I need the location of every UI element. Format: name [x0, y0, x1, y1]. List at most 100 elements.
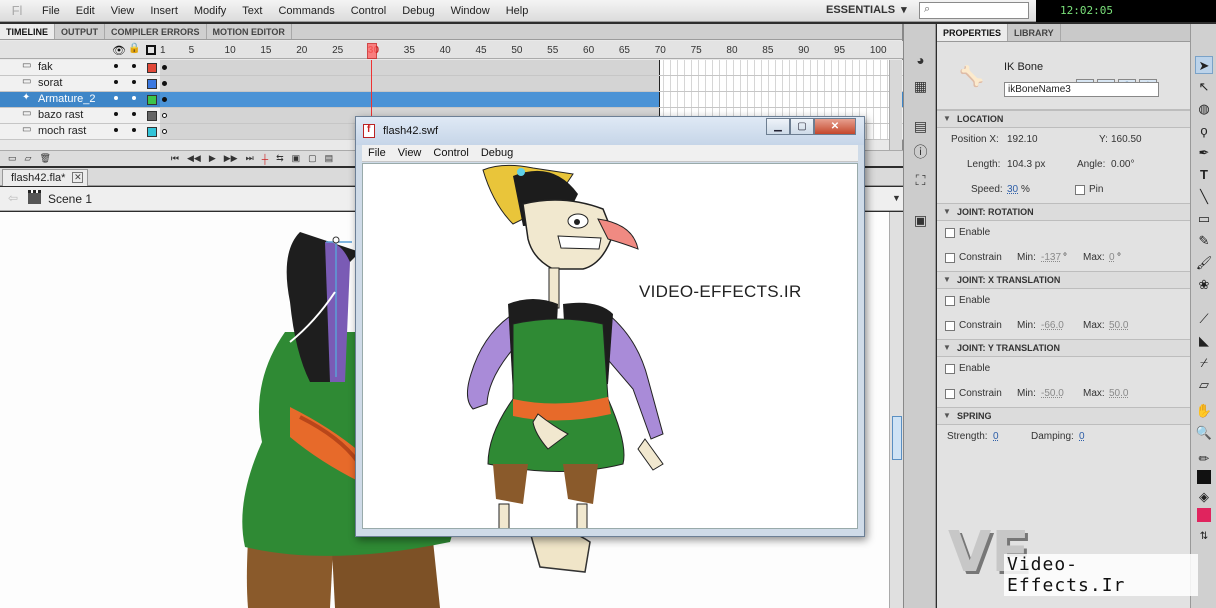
3d-rotation-tool-icon[interactable]: ◍	[1195, 100, 1213, 118]
menu-commands[interactable]: Commands	[270, 5, 342, 17]
frame-span[interactable]	[160, 76, 660, 91]
menu-control[interactable]: Control	[343, 5, 394, 17]
y-enable-checkbox[interactable]	[945, 364, 955, 374]
layer-outline-color[interactable]	[147, 79, 157, 89]
layer-visibility-toggle[interactable]	[114, 128, 118, 132]
x-min-value[interactable]: -66.0	[1041, 320, 1064, 331]
joint-x-translation-section[interactable]: JOINT: X TRANSLATION	[937, 271, 1190, 289]
layer-frames[interactable]	[160, 60, 890, 75]
layer-visibility-toggle[interactable]	[114, 112, 118, 116]
text-tool-icon[interactable]: T	[1195, 166, 1213, 184]
back-arrow-icon[interactable]: ⇦	[8, 191, 18, 205]
new-folder-icon[interactable]: ▱	[25, 153, 32, 164]
joint-rotation-section[interactable]: JOINT: ROTATION	[937, 203, 1190, 221]
help-search-input[interactable]: ⌕	[919, 2, 1029, 19]
layer-lock-toggle[interactable]	[132, 128, 136, 132]
scene-name[interactable]: Scene 1	[48, 192, 92, 206]
swf-menu-control[interactable]: Control	[427, 147, 474, 159]
y-constrain-checkbox[interactable]	[945, 389, 955, 399]
tab-timeline[interactable]: TIMELINE	[0, 24, 55, 39]
keyframe-marker[interactable]	[162, 129, 167, 134]
eyedropper-tool-icon[interactable]: ⌿	[1195, 354, 1213, 372]
step-back-icon[interactable]: ◀◀	[187, 153, 201, 164]
layer-name[interactable]: bazo rast	[38, 109, 83, 121]
menu-insert[interactable]: Insert	[142, 5, 186, 17]
keyframe-marker[interactable]	[162, 97, 167, 102]
damping-value[interactable]: 0	[1079, 431, 1085, 442]
layer-outline-color[interactable]	[147, 63, 157, 73]
layer-lock-toggle[interactable]	[132, 80, 136, 84]
layer-lock-toggle[interactable]	[132, 64, 136, 68]
layer-outline-color[interactable]	[147, 95, 157, 105]
step-forward-icon[interactable]: ▶▶	[224, 153, 238, 164]
y-max-value[interactable]: 50.0	[1109, 388, 1128, 399]
zoom-tool-icon[interactable]: 🔍	[1195, 424, 1213, 442]
y-min-value[interactable]: -50.0	[1041, 388, 1064, 399]
delete-layer-icon[interactable]: 🗑	[39, 153, 50, 164]
align-panel-icon[interactable]: ▤	[912, 118, 929, 135]
go-last-frame-icon[interactable]: ⏭	[246, 153, 254, 164]
layer-row[interactable]: ▭ sorat	[0, 76, 903, 92]
layer-visibility-toggle[interactable]	[114, 96, 118, 100]
layer-outline-color[interactable]	[147, 127, 157, 137]
tab-properties[interactable]: PROPERTIES	[937, 24, 1009, 41]
swf-player-canvas[interactable]: VIDEO-EFFECTS.IR	[362, 163, 858, 529]
selection-tool-icon[interactable]: ➤	[1195, 56, 1213, 74]
tab-output[interactable]: OUTPUT	[55, 24, 105, 39]
layer-visibility-toggle[interactable]	[114, 80, 118, 84]
play-icon[interactable]: ▶	[209, 153, 216, 164]
swf-menu-debug[interactable]: Debug	[475, 147, 519, 159]
edit-multiple-frames-icon[interactable]: ▤	[325, 153, 334, 164]
instance-name-input[interactable]	[1004, 82, 1159, 97]
tab-motion-editor[interactable]: MOTION EDITOR	[207, 24, 292, 39]
stage-scrollbar[interactable]	[889, 212, 903, 608]
minimize-button[interactable]: ▁	[766, 118, 790, 135]
rotation-min-value[interactable]: -137	[1041, 252, 1061, 263]
loop-icon[interactable]: ⇆	[276, 153, 284, 164]
menu-modify[interactable]: Modify	[186, 5, 234, 17]
strength-value[interactable]: 0	[993, 431, 999, 442]
lasso-tool-icon[interactable]: ϙ	[1195, 122, 1213, 140]
fill-color-icon[interactable]: ◈	[1195, 488, 1213, 506]
bone-tool-icon[interactable]: ⟋	[1195, 310, 1213, 328]
swf-menu-view[interactable]: View	[392, 147, 428, 159]
close-window-button[interactable]: ✕	[814, 118, 856, 135]
zoom-dropdown-icon[interactable]: ▼	[892, 193, 901, 203]
show-hide-all-icon[interactable]: 👁	[112, 44, 126, 57]
layer-frames[interactable]	[160, 76, 890, 91]
keyframe-marker[interactable]	[162, 113, 167, 118]
swf-title-bar[interactable]: flash42.swf ▁ ▢ ✕	[356, 117, 864, 145]
layer-name[interactable]: fak	[38, 61, 53, 73]
layer-outline-color[interactable]	[147, 111, 157, 121]
stroke-color-swatch[interactable]	[1197, 470, 1211, 484]
menu-debug[interactable]: Debug	[394, 5, 442, 17]
hand-tool-icon[interactable]: ✋	[1195, 402, 1213, 420]
eraser-tool-icon[interactable]: ▱	[1195, 376, 1213, 394]
joint-y-translation-section[interactable]: JOINT: Y TRANSLATION	[937, 339, 1190, 357]
menu-text[interactable]: Text	[234, 5, 270, 17]
transform-panel-icon[interactable]: ⛶	[912, 172, 929, 189]
spring-section[interactable]: SPRING	[937, 407, 1190, 425]
keyframe-marker[interactable]	[162, 65, 167, 70]
layer-row[interactable]: ✦ Armature_2	[0, 92, 903, 108]
layer-frames[interactable]	[160, 92, 890, 107]
layer-name[interactable]: moch rast	[38, 125, 86, 137]
tab-library[interactable]: LIBRARY	[1008, 24, 1061, 41]
layer-lock-toggle[interactable]	[132, 112, 136, 116]
menu-edit[interactable]: Edit	[68, 5, 103, 17]
layer-name[interactable]: sorat	[38, 77, 62, 89]
rotation-constrain-checkbox[interactable]	[945, 253, 955, 263]
timeline-scrollbar[interactable]	[889, 60, 902, 150]
playhead-handle[interactable]	[367, 43, 377, 59]
layer-visibility-toggle[interactable]	[114, 64, 118, 68]
fill-color-swatch[interactable]	[1197, 508, 1211, 522]
workspace-switcher[interactable]: ESSENTIALS	[826, 3, 907, 16]
deco-tool-icon[interactable]: ❀	[1195, 276, 1213, 294]
document-tab[interactable]: flash42.fla* ✕	[2, 169, 89, 186]
speed-value[interactable]: 30	[1007, 184, 1018, 195]
subselection-tool-icon[interactable]: ↖	[1195, 78, 1213, 96]
stroke-color-icon[interactable]: ✏	[1195, 450, 1213, 468]
menu-window[interactable]: Window	[443, 5, 498, 17]
pencil-tool-icon[interactable]: ✎	[1195, 232, 1213, 250]
rectangle-tool-icon[interactable]: ▭	[1195, 210, 1213, 228]
